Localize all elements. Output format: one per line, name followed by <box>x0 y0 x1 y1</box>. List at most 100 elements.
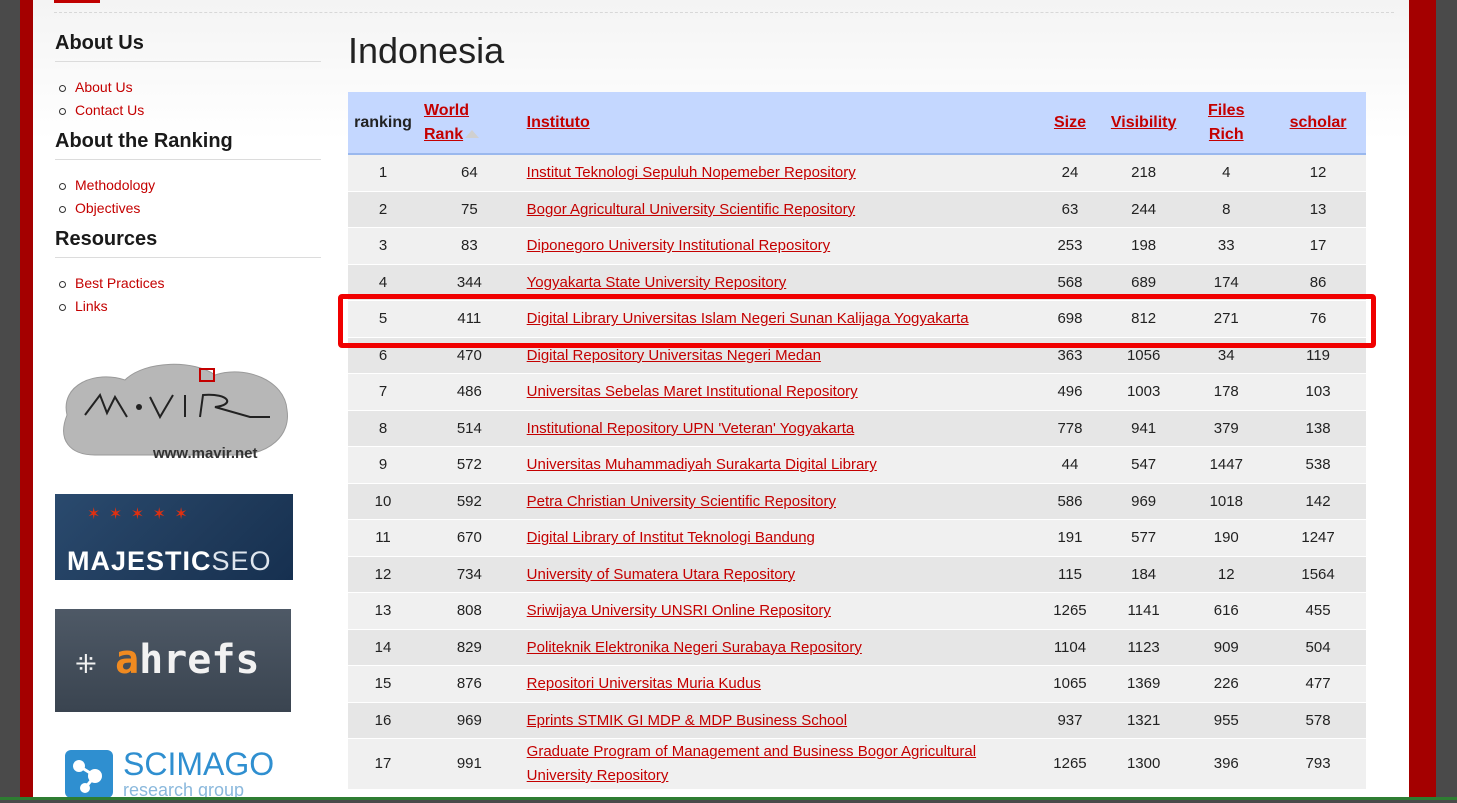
table-row: 13 808 Sriwijaya University UNSRI Online R… <box>348 592 1366 630</box>
page-title: Indonesia <box>348 30 505 71</box>
cell-size: 698 <box>1035 300 1105 338</box>
cell-visibility: 1300 <box>1104 738 1183 790</box>
institution-link[interactable]: Sriwijaya University UNSRI Online Reposi… <box>527 602 831 619</box>
cell-size: 253 <box>1035 227 1105 265</box>
cell-files-rich: 178 <box>1182 373 1271 411</box>
sidebar-link-contact-us[interactable]: Contact Us <box>75 102 144 118</box>
sidebar-link-links[interactable]: Links <box>75 298 108 314</box>
header-instituto-link[interactable]: Instituto <box>527 114 590 131</box>
cell-world-rank: 514 <box>417 410 521 447</box>
institution-link[interactable]: Digital Repository Universitas Negeri Me… <box>527 347 821 364</box>
cell-visibility: 218 <box>1104 154 1183 192</box>
header-instituto[interactable]: Instituto <box>520 92 1036 155</box>
cell-size: 586 <box>1035 483 1105 520</box>
cell-scholar: 578 <box>1270 702 1366 739</box>
institution-link[interactable]: Institut Teknologi Sepuluh Nopemeber Rep… <box>527 164 856 181</box>
institution-link[interactable]: Repositori Universitas Muria Kudus <box>527 675 761 692</box>
header-size-link[interactable]: Size <box>1054 114 1086 131</box>
cell-visibility: 1056 <box>1104 337 1183 374</box>
majestic-logo-text: MAJESTICSEO <box>67 546 272 577</box>
majestic-seo-logo[interactable]: ✶ ✶ ✶ ✶ ✶ MAJESTICSEO <box>55 494 293 580</box>
cell-files-rich: 1447 <box>1182 446 1271 484</box>
header-divider <box>54 12 1394 13</box>
cell-scholar: 103 <box>1270 373 1366 411</box>
sidebar-heading-resources: Resources <box>55 228 321 258</box>
institution-link[interactable]: Bogor Agricultural University Scientific… <box>527 201 855 218</box>
cell-size: 496 <box>1035 373 1105 411</box>
cell-visibility: 244 <box>1104 191 1183 228</box>
cell-size: 1104 <box>1035 629 1105 666</box>
cell-files-rich: 1018 <box>1182 483 1271 520</box>
scimago-logo[interactable]: SCIMAGO research group <box>55 744 285 800</box>
sidebar-link-best-practices[interactable]: Best Practices <box>75 275 164 291</box>
ahrefs-rest-text: hrefs <box>139 637 260 683</box>
sidebar-link-methodology[interactable]: Methodology <box>75 177 155 193</box>
sidebar-link-about-us[interactable]: About Us <box>75 79 133 95</box>
mavir-url-text: www.mavir.net <box>152 445 257 462</box>
cell-files-rich: 33 <box>1182 227 1271 265</box>
institution-link[interactable]: Yogyakarta State University Repository <box>527 274 787 291</box>
institution-link[interactable]: Institutional Repository UPN 'Veteran' Y… <box>527 420 855 437</box>
header-scholar-link[interactable]: scholar <box>1290 114 1347 131</box>
sidebar: About Us About Us Contact Us About the R… <box>55 32 321 318</box>
cell-visibility: 1321 <box>1104 702 1183 739</box>
institution-link[interactable]: Universitas Sebelas Maret Institutional … <box>527 383 858 400</box>
institution-link[interactable]: Diponegoro University Institutional Repo… <box>527 237 830 254</box>
cell-instituto: Bogor Agricultural University Scientific… <box>520 191 1036 228</box>
header-world-rank[interactable]: World Rank <box>417 92 521 155</box>
cell-world-rank: 592 <box>417 483 521 520</box>
cell-size: 937 <box>1035 702 1105 739</box>
majestic-seo-text: SEO <box>211 546 272 576</box>
sidebar-item-contact-us: Contact Us <box>59 99 321 122</box>
cell-visibility: 198 <box>1104 227 1183 265</box>
institution-link[interactable]: Universitas Muhammadiyah Surakarta Digit… <box>527 456 877 473</box>
header-visibility-link[interactable]: Visibility <box>1111 114 1177 131</box>
header-files-rich-link[interactable]: Files Rich <box>1208 102 1244 143</box>
cell-instituto: Universitas Muhammadiyah Surakarta Digit… <box>520 446 1036 484</box>
mavir-logo[interactable]: www.mavir.net <box>55 355 295 465</box>
cell-world-rank: 734 <box>417 556 521 593</box>
table-row: 4 344 Yogyakarta State University Reposito… <box>348 264 1366 301</box>
institution-link[interactable]: Petra Christian University Scientific Re… <box>527 493 836 510</box>
table-row: 11 670 Digital Library of Institut Teknolo… <box>348 519 1366 557</box>
institution-link[interactable]: Eprints STMIK GI MDP & MDP Business Scho… <box>527 712 847 729</box>
institution-link[interactable]: Digital Library Universitas Islam Negeri… <box>527 310 969 327</box>
cell-ranking: 1 <box>348 154 418 192</box>
institution-link[interactable]: University of Sumatera Utara Repository <box>527 566 795 583</box>
cell-files-rich: 955 <box>1182 702 1271 739</box>
cell-world-rank: 486 <box>417 373 521 411</box>
cell-ranking: 3 <box>348 227 418 265</box>
cell-ranking: 13 <box>348 592 418 630</box>
cell-instituto: Sriwijaya University UNSRI Online Reposi… <box>520 592 1036 630</box>
institution-link[interactable]: Politeknik Elektronika Negeri Surabaya R… <box>527 639 862 656</box>
cell-scholar: 477 <box>1270 665 1366 703</box>
header-files-rich[interactable]: Files Rich <box>1182 92 1271 155</box>
cell-visibility: 1141 <box>1104 592 1183 630</box>
ahrefs-logo-text: ahrefs <box>115 637 260 683</box>
header-size[interactable]: Size <box>1035 92 1105 155</box>
header-scholar[interactable]: scholar <box>1270 92 1366 155</box>
cell-visibility: 577 <box>1104 519 1183 557</box>
table-row: 9 572 Universitas Muhammadiyah Surakarta D… <box>348 446 1366 484</box>
cell-ranking: 6 <box>348 337 418 374</box>
cell-ranking: 11 <box>348 519 418 557</box>
institution-link[interactable]: Digital Library of Institut Teknologi Ba… <box>527 529 815 546</box>
cell-instituto: Petra Christian University Scientific Re… <box>520 483 1036 520</box>
cell-scholar: 12 <box>1270 154 1366 192</box>
cell-ranking: 8 <box>348 410 418 447</box>
sidebar-item-objectives: Objectives <box>59 197 321 220</box>
scimago-molecule-icon <box>65 750 113 798</box>
sidebar-link-objectives[interactable]: Objectives <box>75 200 140 216</box>
ahrefs-logo[interactable]: ⁜ ahrefs <box>55 609 291 712</box>
institution-link[interactable]: Graduate Program of Management and Busin… <box>527 743 976 784</box>
header-world-rank-link[interactable]: World Rank <box>424 102 469 143</box>
header-visibility[interactable]: Visibility <box>1104 92 1183 155</box>
sidebar-item-methodology: Methodology <box>59 174 321 197</box>
sort-ascending-icon <box>465 130 480 139</box>
cell-scholar: 86 <box>1270 264 1366 301</box>
cell-scholar: 538 <box>1270 446 1366 484</box>
top-accent-bar <box>54 0 100 3</box>
cell-instituto: Digital Library of Institut Teknologi Ba… <box>520 519 1036 557</box>
table-row: 17 991 Graduate Program of Management and … <box>348 738 1366 790</box>
table-header-row: ranking World Rank Instituto Size Visibil… <box>348 92 1366 155</box>
